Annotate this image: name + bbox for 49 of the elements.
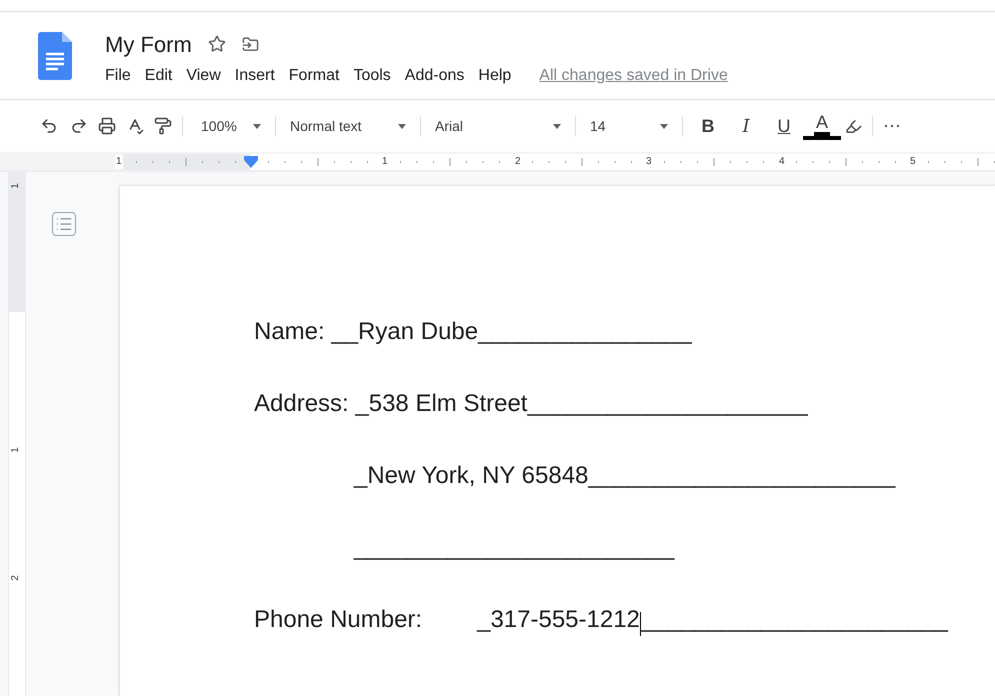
caret-icon	[398, 124, 406, 128]
ruler-number: 1	[381, 155, 389, 169]
redo-icon[interactable]	[70, 117, 88, 135]
ruler-number: 2	[514, 155, 522, 169]
menu-item[interactable]: File	[105, 64, 131, 88]
undo-icon[interactable]	[40, 117, 58, 135]
highlighter-icon[interactable]	[845, 118, 862, 134]
style-dropdown[interactable]: Normal text	[282, 112, 414, 140]
paint-format-icon[interactable]	[154, 117, 172, 135]
ruler-number: 1	[115, 155, 123, 169]
document-outline-icon[interactable]	[52, 212, 76, 236]
menu-item[interactable]: Add-ons	[404, 64, 464, 88]
ruler-number: 5	[909, 155, 917, 169]
more-button[interactable]: ⋯	[883, 112, 901, 140]
star-icon[interactable]	[208, 35, 226, 53]
menu-item[interactable]: Help	[478, 64, 512, 88]
form-value: _317-555-1212	[477, 605, 640, 635]
bold-button[interactable]: B	[689, 112, 727, 140]
ruler-number: 4	[778, 155, 786, 169]
menu-item[interactable]: Format	[288, 64, 340, 88]
ruler-number: 3	[645, 155, 653, 169]
font-dropdown[interactable]: Arial	[427, 112, 569, 140]
form-line: Address: _538 Elm Street_____________________	[254, 389, 808, 419]
menu-item[interactable]: Insert	[234, 64, 275, 88]
form-line: ________________________	[354, 533, 674, 563]
form-line: _New York, NY 65848_______________________	[354, 461, 896, 491]
ruler-number: 2	[10, 575, 22, 581]
underline-button[interactable]: U	[765, 112, 803, 140]
italic-button[interactable]: I	[727, 112, 765, 140]
zoom-dropdown[interactable]: 100%	[193, 112, 269, 140]
document-title[interactable]: My Form	[105, 28, 192, 60]
font-size-dropdown[interactable]: 14	[582, 112, 676, 140]
save-status-link[interactable]: All changes saved in Drive	[539, 64, 728, 88]
ruler-number: 1	[10, 447, 22, 453]
indent-marker-icon[interactable]	[244, 156, 258, 168]
menu-item[interactable]: Edit	[144, 64, 172, 88]
ruler-number: 1	[10, 183, 22, 189]
folder-icon[interactable]	[242, 36, 259, 52]
caret-icon	[253, 124, 261, 128]
print-icon[interactable]	[98, 117, 116, 135]
document-logo-icon[interactable]	[38, 32, 72, 80]
form-line: Name: __Ryan Dube________________	[254, 317, 692, 347]
form-label: Phone Number:	[254, 605, 422, 635]
color-button[interactable]: A	[803, 112, 841, 140]
menu-item[interactable]: View	[186, 64, 221, 88]
caret-icon	[660, 124, 668, 128]
menu-item[interactable]: Tools	[353, 64, 391, 88]
fill-in-line: _______________________	[640, 605, 948, 635]
caret-icon	[553, 124, 561, 128]
